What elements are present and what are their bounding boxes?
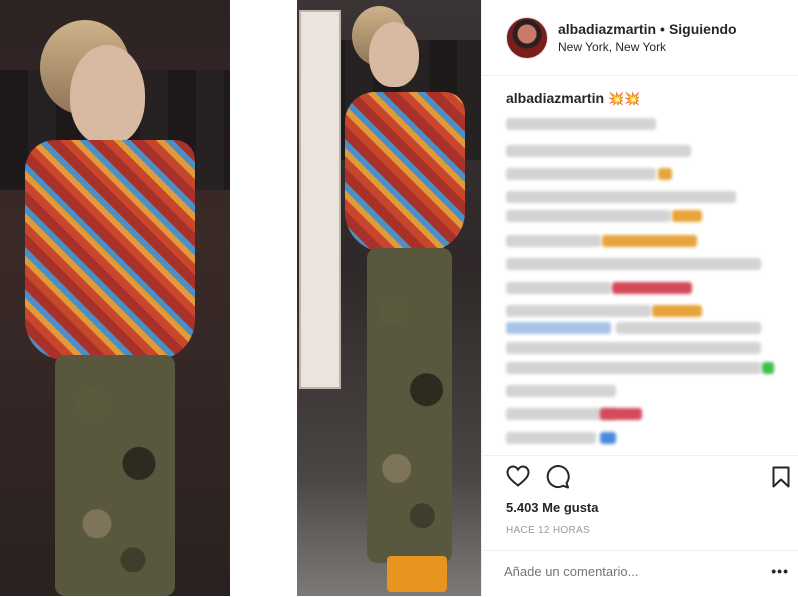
door bbox=[299, 10, 341, 389]
blurred-line bbox=[506, 168, 656, 180]
orange-sandals bbox=[387, 556, 447, 592]
blurred-line bbox=[506, 145, 691, 157]
comment-bar: ••• bbox=[482, 550, 798, 597]
blurred-line bbox=[506, 210, 671, 222]
comment-input[interactable] bbox=[504, 564, 744, 579]
post-header: albadiazmartin • Siguiendo New York, New Y… bbox=[482, 0, 798, 76]
blurred-emoji bbox=[602, 235, 697, 247]
blurred-line bbox=[616, 322, 761, 334]
bookmark-icon[interactable] bbox=[772, 466, 790, 493]
avatar[interactable] bbox=[506, 17, 548, 59]
blurred-emoji bbox=[612, 282, 692, 294]
face bbox=[369, 22, 419, 87]
blurred-line bbox=[506, 258, 761, 270]
follow-status-button[interactable]: Siguiendo bbox=[669, 21, 737, 37]
blurred-line bbox=[506, 235, 601, 247]
post-timestamp[interactable]: HACE 12 HORAS bbox=[506, 525, 590, 536]
blurred-line bbox=[506, 432, 596, 444]
post-info-panel: albadiazmartin • Siguiendo New York, New Y… bbox=[481, 0, 798, 596]
post-author: albadiazmartin • Siguiendo bbox=[558, 21, 737, 37]
like-count[interactable]: 5.403 Me gusta bbox=[506, 500, 599, 515]
separator-dot: • bbox=[660, 21, 665, 37]
caption-username[interactable]: albadiazmartin bbox=[506, 90, 604, 106]
blurred-line bbox=[506, 362, 761, 374]
blurred-emoji bbox=[672, 210, 702, 222]
blurred-line bbox=[506, 282, 611, 294]
blurred-emoji bbox=[600, 408, 642, 420]
blurred-link bbox=[506, 322, 611, 334]
blurred-line bbox=[506, 305, 651, 317]
post-photo[interactable] bbox=[297, 0, 481, 596]
blurred-line bbox=[506, 191, 736, 203]
camo-pants bbox=[55, 355, 175, 596]
jacket bbox=[25, 140, 195, 360]
caption-emoji: 💥💥 bbox=[608, 91, 641, 106]
camo-pants bbox=[367, 248, 452, 563]
username-link[interactable]: albadiazmartin bbox=[558, 21, 656, 37]
location-link[interactable]: New York, New York bbox=[558, 40, 666, 54]
face bbox=[70, 45, 145, 145]
side-photo bbox=[0, 0, 230, 596]
more-options-icon[interactable]: ••• bbox=[771, 563, 789, 579]
blurred-emoji bbox=[658, 168, 672, 180]
caption: albadiazmartin 💥💥 bbox=[506, 90, 640, 107]
blurred-line bbox=[506, 385, 616, 397]
comment-bubble-icon[interactable] bbox=[546, 465, 570, 494]
blurred-line bbox=[506, 342, 761, 354]
blurred-emoji bbox=[600, 432, 616, 444]
jacket bbox=[345, 92, 465, 252]
blurred-emoji bbox=[762, 362, 774, 374]
blurred-emoji bbox=[652, 305, 702, 317]
heart-icon[interactable] bbox=[506, 465, 530, 492]
blurred-line bbox=[506, 118, 656, 130]
